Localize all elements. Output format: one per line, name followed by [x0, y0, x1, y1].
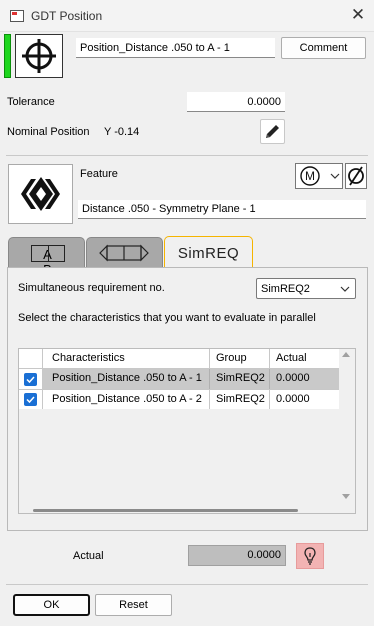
row-checkbox[interactable]: [24, 373, 37, 386]
lightbulb-icon: [304, 547, 316, 565]
table-row[interactable]: Position_Distance .050 to A - 2 SimREQ2 …: [19, 389, 340, 409]
row-checkbox-cell: [19, 369, 43, 389]
actual-value: 0.0000: [188, 545, 286, 566]
close-icon[interactable]: ✕: [349, 4, 367, 26]
instruction-text: Select the characteristics that you want…: [18, 312, 316, 324]
pencil-icon: [266, 125, 279, 138]
chevron-down-icon: [330, 173, 340, 179]
table-vertical-scrollbar[interactable]: [339, 349, 353, 502]
simultaneous-requirement-value: SimREQ2: [261, 283, 310, 295]
comment-button[interactable]: Comment: [281, 37, 366, 59]
window-title: GDT Position: [31, 9, 103, 23]
simultaneous-requirement-select[interactable]: SimREQ2: [256, 278, 356, 299]
row-actual: 0.0000: [270, 369, 340, 389]
separator: [6, 584, 368, 585]
row-actual: 0.0000: [270, 390, 340, 409]
feature-symbol-button[interactable]: [8, 164, 73, 224]
actual-label: Actual: [73, 550, 104, 562]
feature-label: Feature: [80, 168, 118, 180]
window-app-icon: [10, 10, 24, 22]
edit-nominal-button[interactable]: [260, 119, 285, 144]
scroll-up-icon[interactable]: [339, 349, 353, 361]
hint-button[interactable]: [296, 543, 324, 569]
row-group: SimREQ2: [210, 390, 270, 409]
feature-name-input[interactable]: [78, 200, 366, 219]
table-header-group[interactable]: Group: [210, 349, 270, 369]
symmetry-plane-icon: [21, 177, 60, 211]
table-row[interactable]: Position_Distance .050 to A - 1 SimREQ2 …: [19, 369, 340, 389]
nominal-position-value: Y -0.14: [104, 126, 140, 138]
characteristics-table: Characteristics Group Actual Position_Di…: [18, 348, 356, 514]
diameter-icon: [348, 166, 364, 186]
reset-button[interactable]: Reset: [95, 594, 172, 616]
nominal-position-label: Nominal Position: [7, 126, 90, 138]
tab-datums[interactable]: A B: [8, 237, 85, 277]
material-modifier-select[interactable]: M: [295, 163, 343, 189]
table-horizontal-scrollbar[interactable]: [33, 509, 298, 512]
row-characteristic: Position_Distance .050 to A - 1: [43, 369, 210, 389]
scroll-down-icon[interactable]: [339, 490, 353, 502]
table-header-select: [19, 349, 43, 369]
tab-simreq[interactable]: SimREQ: [164, 236, 253, 269]
table-header-actual[interactable]: Actual: [270, 349, 340, 369]
row-checkbox[interactable]: [24, 393, 37, 406]
simultaneous-requirement-label: Simultaneous requirement no.: [18, 282, 165, 294]
chevron-down-icon: [340, 286, 350, 292]
position-symbol-button[interactable]: [15, 34, 63, 78]
svg-text:M: M: [305, 169, 315, 183]
status-indicator: [4, 34, 11, 78]
separator: [6, 155, 368, 156]
diameter-button[interactable]: [345, 163, 367, 189]
mmc-modifier-icon: M: [300, 166, 320, 186]
row-group: SimREQ2: [210, 369, 270, 389]
characteristic-name-input[interactable]: [76, 38, 275, 58]
tolerance-input[interactable]: [187, 92, 285, 112]
tab-simreq-label: SimREQ: [177, 245, 240, 262]
datum-reference-icon: A B: [31, 245, 65, 277]
tab-feature-arrows[interactable]: [86, 237, 163, 268]
feature-arrows-icon: [99, 244, 149, 262]
row-checkbox-cell: [19, 390, 43, 409]
row-characteristic: Position_Distance .050 to A - 2: [43, 390, 210, 409]
table-header-characteristics[interactable]: Characteristics: [43, 349, 210, 369]
ok-button[interactable]: OK: [13, 594, 90, 616]
tolerance-label: Tolerance: [7, 96, 55, 108]
position-symbol-icon: [22, 39, 56, 73]
